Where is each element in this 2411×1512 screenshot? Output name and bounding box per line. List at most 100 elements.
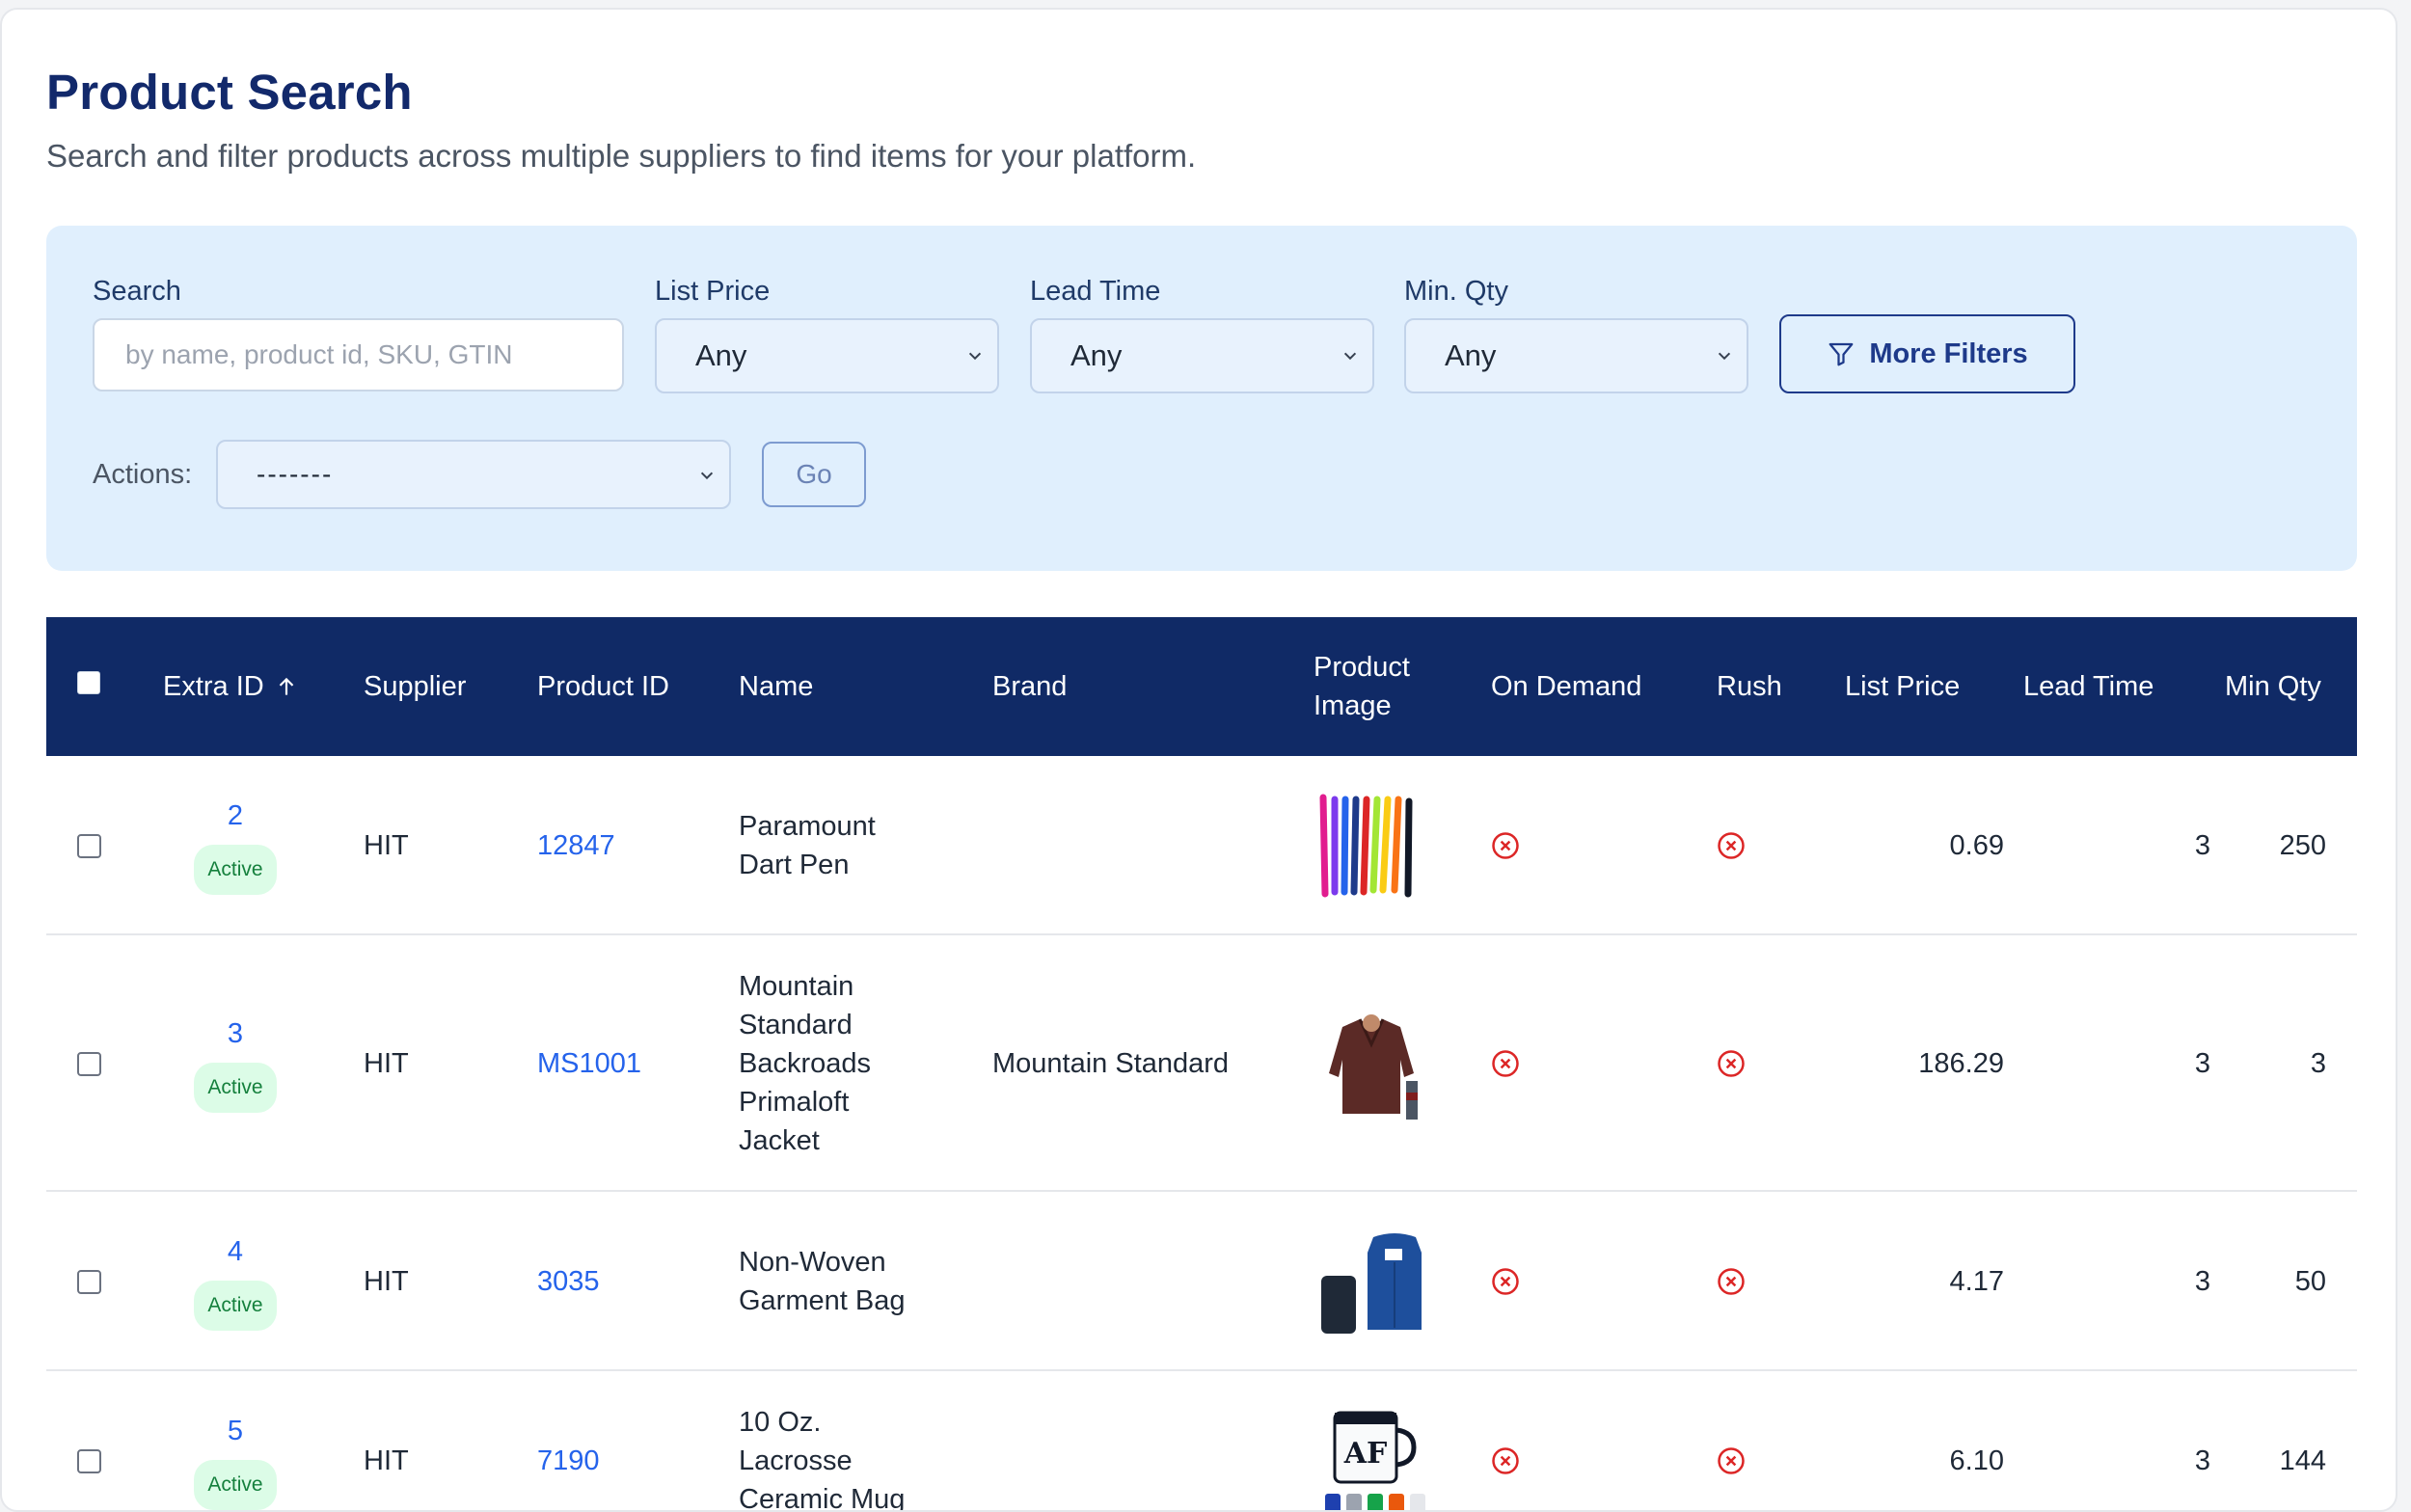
product-id-link[interactable]: 7190 [537,1371,600,1510]
header-extra-id[interactable]: Extra ID [163,617,299,756]
more-filters-label: More Filters [1869,338,2028,369]
table-row[interactable]: 2 Active HIT 12847 Paramount Dart Pen 0.… [46,756,2357,935]
more-filters-button[interactable]: More Filters [1779,314,2075,393]
x-circle-icon [1718,1447,1745,1474]
product-id-link[interactable]: 3035 [537,1192,600,1371]
header-product-image: Product Image [1314,652,1410,721]
extra-id-cell: 3 Active [187,935,284,1192]
search-label: Search [93,276,181,307]
page-subtitle: Search and filter products across multip… [46,138,1197,174]
min-qty-cell: 50 [2294,1266,2326,1297]
actions-value: ------- [257,459,334,489]
min-qty-cell: 144 [2279,1445,2326,1476]
name-cell: Paramount Dart Pen [739,811,876,880]
min-qty-cell: 3 [2310,1048,2326,1079]
product-table: Extra ID Supplier Product ID Name Brand … [46,617,2357,1512]
header-rush[interactable]: Rush [1717,617,1782,756]
table-row[interactable]: 4 Active HIT 3035 Non-Woven Garment Bag [46,1192,2357,1371]
x-circle-icon [1718,832,1745,859]
status-badge: Active [194,1063,277,1113]
extra-id-link[interactable]: 4 [228,1232,243,1271]
x-circle-icon [1492,1268,1519,1295]
actions-select[interactable]: ------- [216,440,731,509]
filter-icon [1829,342,1854,366]
list-price-cell: 0.69 [1949,830,2004,861]
header-on-demand[interactable]: On Demand [1491,617,1641,756]
status-badge: Active [194,1281,277,1331]
chevron-down-icon [1343,352,1357,361]
select-all-checkbox[interactable] [77,671,100,694]
extra-id-link[interactable]: 5 [228,1412,243,1450]
header-product-id[interactable]: Product ID [537,617,669,756]
pen-image-icon [1319,794,1413,898]
chevron-down-icon [1718,352,1731,361]
header-min-qty[interactable]: Min Qty [2225,617,2321,756]
product-image[interactable] [1314,935,1429,1192]
product-image[interactable]: AF [1314,1371,1429,1510]
list-price-cell: 4.17 [1949,1266,2004,1297]
search-input[interactable] [93,318,624,392]
filter-panel: Search List Price Any Lead Time Any Min.… [46,226,2357,571]
row-checkbox[interactable] [77,1269,101,1294]
min-qty-select[interactable]: Any [1404,318,1748,393]
min-qty-value: Any [1445,338,1497,372]
row-checkbox[interactable] [77,833,101,858]
brand-cell: Mountain Standard [992,1048,1230,1079]
supplier-cell: HIT [364,1048,409,1079]
header-brand[interactable]: Brand [992,617,1067,756]
sort-arrow-up-icon [279,677,294,695]
chevron-down-icon [968,352,982,361]
product-search-card: Product Search Search and filter product… [0,8,2397,1512]
product-image[interactable] [1314,756,1429,935]
page-title: Product Search [46,65,413,120]
lead-time-cell: 3 [2194,1266,2210,1297]
extra-id-cell: 2 Active [187,756,284,935]
lead-time-cell: 3 [2194,830,2210,861]
header-supplier[interactable]: Supplier [364,617,466,756]
header-extra-id-label: Extra ID [163,671,264,702]
extra-id-cell: 5 Active [187,1371,284,1510]
lead-time-select[interactable]: Any [1030,318,1374,393]
chevron-down-icon [700,472,714,480]
x-circle-icon [1718,1268,1745,1295]
table-header: Extra ID Supplier Product ID Name Brand … [46,617,2357,756]
row-checkbox[interactable] [77,1448,101,1473]
product-id-link[interactable]: MS1001 [537,935,641,1192]
product-image[interactable] [1314,1192,1429,1371]
list-price-cell: 6.10 [1949,1445,2004,1476]
supplier-cell: HIT [364,1266,409,1297]
row-checkbox[interactable] [77,1051,101,1076]
table-row[interactable]: 5 Active HIT 7190 10 Oz. Lacrosse Cerami… [46,1371,2357,1512]
lead-time-value: Any [1070,338,1123,372]
actions-label: Actions: [93,459,193,490]
header-name[interactable]: Name [739,617,813,756]
list-price-select[interactable]: Any [655,318,999,393]
header-lead-time[interactable]: Lead Time [2023,617,2154,756]
x-circle-icon [1718,1050,1745,1077]
min-qty-cell: 250 [2279,830,2326,861]
extra-id-link[interactable]: 3 [228,1014,243,1053]
jacket-image-icon [1329,1014,1418,1120]
product-id-link[interactable]: 12847 [537,756,615,935]
extra-id-cell: 4 Active [187,1192,284,1371]
list-price-value: Any [695,338,747,372]
lead-time-cell: 3 [2194,1445,2210,1476]
table-row[interactable]: 3 Active HIT MS1001 Mountain Standard Ba… [46,935,2357,1192]
min-qty-label: Min. Qty [1404,276,1508,307]
x-circle-icon [1492,1050,1519,1077]
name-cell: 10 Oz. Lacrosse Ceramic Mug [739,1407,906,1512]
list-price-label: List Price [655,276,771,307]
status-badge: Active [194,845,277,895]
lead-time-cell: 3 [2194,1048,2210,1079]
status-badge: Active [194,1460,277,1510]
list-price-cell: 186.29 [1918,1048,2004,1079]
supplier-cell: HIT [364,830,409,861]
go-button[interactable]: Go [762,442,866,507]
name-cell: Non-Woven Garment Bag [739,1247,906,1316]
extra-id-link[interactable]: 2 [228,796,243,835]
garment-bag-image-icon [1321,1233,1422,1334]
supplier-cell: HIT [364,1445,409,1476]
x-circle-icon [1492,1447,1519,1474]
header-list-price[interactable]: List Price [1845,617,1960,756]
name-cell: Mountain Standard Backroads Primaloft Ja… [739,971,872,1156]
